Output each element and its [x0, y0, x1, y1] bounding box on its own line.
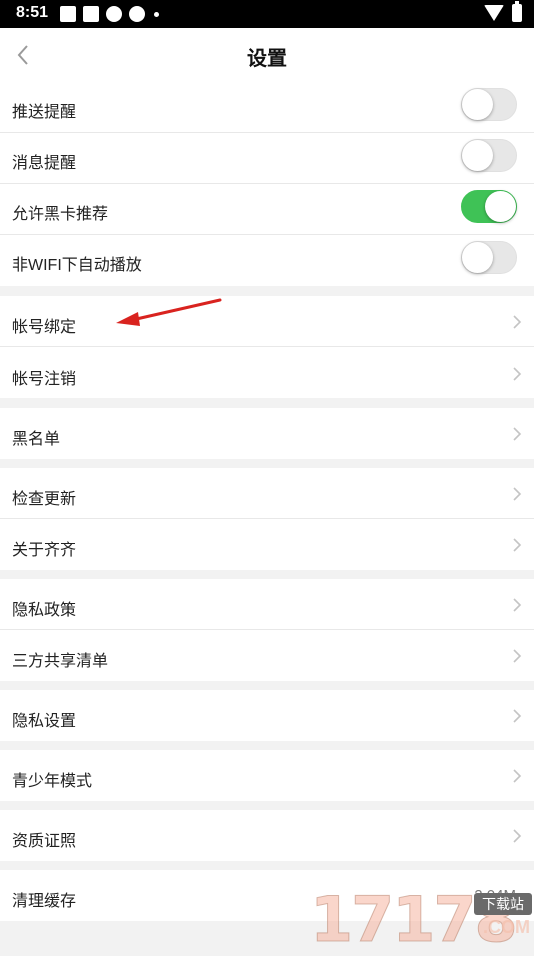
chevron-right-icon — [513, 598, 522, 612]
app-icon — [106, 6, 122, 22]
chevron-right-icon — [513, 427, 522, 441]
setting-row-allow-recommend: 允许黑卡推荐 — [0, 184, 534, 235]
menu-item-label: 资质证照 — [12, 833, 77, 850]
setting-label: 允许黑卡推荐 — [12, 206, 109, 223]
chevron-right-icon — [513, 709, 522, 723]
toggle-knob — [462, 89, 493, 120]
mail-icon — [83, 6, 99, 22]
autoplay-toggle[interactable] — [461, 241, 517, 274]
setting-row-message-reminder: 消息提醒 — [0, 133, 534, 184]
menu-item-qualifications[interactable]: 资质证照 — [0, 810, 534, 861]
menu-item-label: 帐号注销 — [12, 371, 77, 388]
page-title: 设置 — [247, 48, 287, 70]
status-time: 8:51 — [16, 4, 49, 21]
setting-label: 非WIFI下自动播放 — [12, 257, 142, 274]
cache-size: 2.04M — [474, 887, 516, 904]
chevron-right-icon — [513, 538, 522, 552]
chevron-right-icon — [513, 649, 522, 663]
menu-item-privacy-settings[interactable]: 隐私设置 — [0, 690, 534, 741]
wifi-icon — [484, 5, 504, 21]
setting-label: 推送提醒 — [12, 104, 77, 121]
toggle-knob — [462, 242, 493, 273]
menu-item-account-binding[interactable]: 帐号绑定 — [0, 296, 534, 347]
menu-item-label: 关于齐齐 — [12, 542, 77, 559]
toggle-knob — [485, 191, 516, 222]
menu-item-label: 清理缓存 — [12, 893, 77, 910]
status-right-icons — [484, 1, 522, 22]
menu-item-third-party-sharing[interactable]: 三方共享清单 — [0, 630, 534, 681]
toggle-knob — [462, 140, 493, 171]
menu-item-teen-mode[interactable]: 青少年模式 — [0, 750, 534, 801]
allow-recommend-toggle[interactable] — [461, 190, 517, 223]
notification-dot-icon — [154, 11, 159, 17]
menu-item-label: 检查更新 — [12, 491, 77, 508]
menu-item-label: 三方共享清单 — [12, 653, 109, 670]
menu-item-about[interactable]: 关于齐齐 — [0, 519, 534, 570]
sim-card-icon — [60, 6, 76, 22]
menu-item-label: 帐号绑定 — [12, 319, 77, 336]
chevron-right-icon — [513, 487, 522, 501]
chevron-right-icon — [513, 769, 522, 783]
menu-item-label: 青少年模式 — [12, 773, 93, 790]
chevron-right-icon — [513, 315, 522, 329]
status-bar: 8:51 — [0, 0, 534, 28]
message-reminder-toggle[interactable] — [461, 139, 517, 172]
menu-item-label: 黑名单 — [12, 431, 61, 448]
status-icons — [60, 6, 159, 22]
chevron-right-icon — [513, 829, 522, 843]
battery-icon — [512, 1, 522, 22]
push-reminder-toggle[interactable] — [461, 88, 517, 121]
menu-item-account-cancel[interactable]: 帐号注销 — [0, 347, 534, 398]
menu-item-check-update[interactable]: 检查更新 — [0, 468, 534, 519]
menu-item-label: 隐私政策 — [12, 602, 77, 619]
setting-row-autoplay: 非WIFI下自动播放 — [0, 235, 534, 286]
menu-item-clear-cache[interactable]: 清理缓存 2.04M — [0, 870, 534, 921]
menu-item-privacy-policy[interactable]: 隐私政策 — [0, 579, 534, 630]
app-icon — [129, 6, 145, 22]
header: 设置 — [0, 28, 534, 82]
menu-item-label: 隐私设置 — [12, 713, 77, 730]
setting-label: 消息提醒 — [12, 155, 77, 172]
chevron-right-icon — [513, 367, 522, 381]
setting-row-push-reminder: 推送提醒 — [0, 82, 534, 133]
menu-item-blacklist[interactable]: 黑名单 — [0, 408, 534, 459]
